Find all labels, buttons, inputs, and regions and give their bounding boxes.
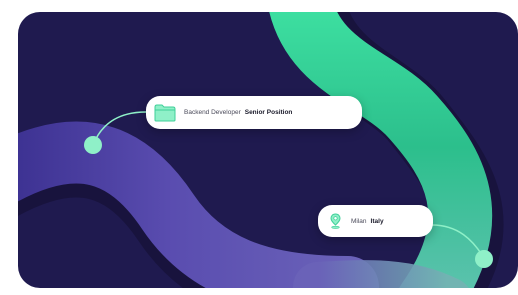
background-ribbons xyxy=(18,12,504,288)
folder-icon xyxy=(154,104,176,122)
location-country: Italy xyxy=(370,217,384,225)
blend-ribbon xyxy=(293,260,469,288)
job-tag: Backend Developer Senior Position xyxy=(146,96,362,129)
illustration-card xyxy=(18,12,518,288)
job-connector-dot xyxy=(84,136,102,154)
illustration: Backend Developer Senior Position Milan … xyxy=(0,0,518,295)
location-city: Milan xyxy=(351,217,367,225)
location-connector-dot xyxy=(475,250,493,268)
location-pin-icon xyxy=(330,213,341,229)
job-role: Backend Developer xyxy=(184,109,241,116)
purple-ribbon xyxy=(18,121,379,288)
green-ribbon xyxy=(269,12,493,288)
location-tag: Milan Italy xyxy=(318,205,433,237)
job-level: Senior Position xyxy=(244,109,293,116)
